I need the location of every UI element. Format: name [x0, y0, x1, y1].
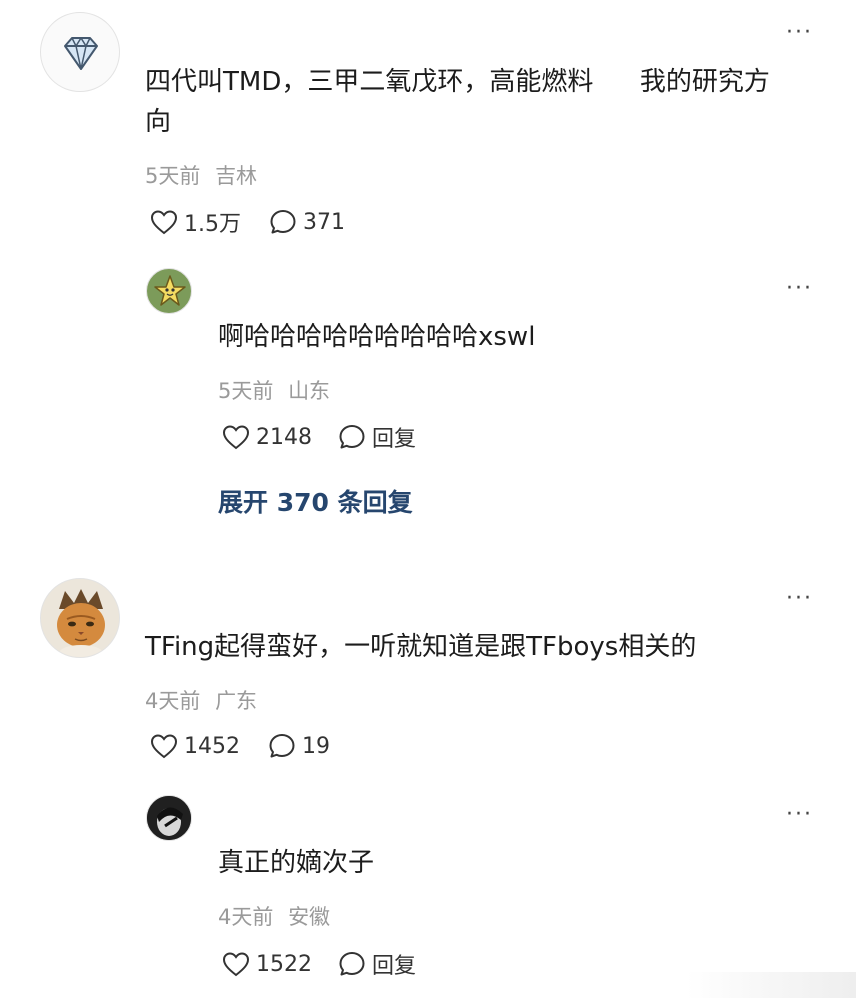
reply-like-button[interactable]: 1522 — [222, 951, 312, 977]
reply-count-button[interactable]: 19 — [268, 732, 330, 760]
person-avatar-icon — [147, 796, 191, 840]
comment-icon — [269, 734, 295, 758]
comment-time: 4天前 — [145, 689, 201, 713]
reply-count-button[interactable]: 371 — [269, 208, 345, 236]
comment-location: 吉林 — [215, 164, 258, 188]
reply-time: 5天前 — [218, 379, 274, 403]
star-avatar-icon — [154, 275, 186, 306]
watermark-strip — [686, 972, 856, 998]
comment-icon — [339, 425, 365, 449]
reply-time: 4天前 — [218, 905, 274, 929]
more-options-button[interactable]: ··· — [786, 588, 813, 610]
reply-like-button[interactable]: 2148 — [222, 424, 312, 450]
reply-actions: 2148 回复 — [222, 421, 416, 453]
comment-text: 四代叫TMD，三甲二氧戊环，高能燃料 我的研究方 — [145, 67, 770, 97]
reply-more-options-button[interactable]: ··· — [786, 278, 813, 300]
reply-count: 19 — [302, 733, 330, 759]
comment-icon — [270, 210, 296, 234]
heart-icon — [222, 952, 250, 977]
reply-meta: 5天前 山东 — [218, 375, 330, 405]
comment-actions: 1.5万 371 — [150, 206, 345, 238]
comment-text-line2: 向 — [145, 107, 172, 137]
comment-location: 广东 — [215, 689, 258, 713]
comment-actions: 1452 19 — [150, 732, 330, 760]
comment-time: 5天前 — [145, 164, 201, 188]
avatar-person[interactable] — [146, 795, 192, 841]
comment-meta: 5天前 吉林 — [145, 160, 257, 190]
expand-replies-link[interactable]: 展开 370 条回复 — [218, 483, 413, 519]
like-button[interactable]: 1452 — [150, 733, 240, 759]
reply-button[interactable]: 回复 — [338, 948, 416, 980]
avatar-star[interactable] — [146, 268, 192, 314]
reply-location: 山东 — [288, 379, 331, 403]
reply-text: 真正的嫡次子 — [218, 848, 375, 878]
avatar-diamond[interactable] — [40, 12, 120, 92]
reply-like-count: 1522 — [256, 951, 312, 977]
like-count: 1.5万 — [184, 212, 241, 237]
reply-label: 回复 — [372, 427, 417, 452]
heart-icon — [150, 210, 178, 235]
diamond-icon — [64, 37, 98, 70]
reply-actions: 1522 回复 — [222, 948, 416, 980]
like-button[interactable]: 1.5万 — [150, 206, 241, 238]
cat-avatar-icon — [41, 579, 119, 657]
like-count: 1452 — [184, 733, 240, 759]
heart-icon — [222, 425, 250, 450]
reply-like-count: 2148 — [256, 424, 312, 450]
reply-location: 安徽 — [288, 905, 331, 929]
comment-meta: 4天前 广东 — [145, 685, 257, 715]
reply-button[interactable]: 回复 — [338, 421, 416, 453]
avatar-cat[interactable] — [40, 578, 120, 658]
more-options-button[interactable]: ··· — [786, 22, 813, 44]
reply-count: 371 — [303, 209, 345, 235]
reply-more-options-button[interactable]: ··· — [786, 804, 813, 826]
comment-icon — [339, 952, 365, 976]
reply-label: 回复 — [372, 954, 417, 979]
reply-meta: 4天前 安徽 — [218, 901, 330, 931]
heart-icon — [150, 734, 178, 759]
reply-text: 啊哈哈哈哈哈哈哈哈哈xswl — [218, 322, 536, 352]
comment-text: TFing起得蛮好，一听就知道是跟TFboys相关的 — [145, 632, 697, 662]
